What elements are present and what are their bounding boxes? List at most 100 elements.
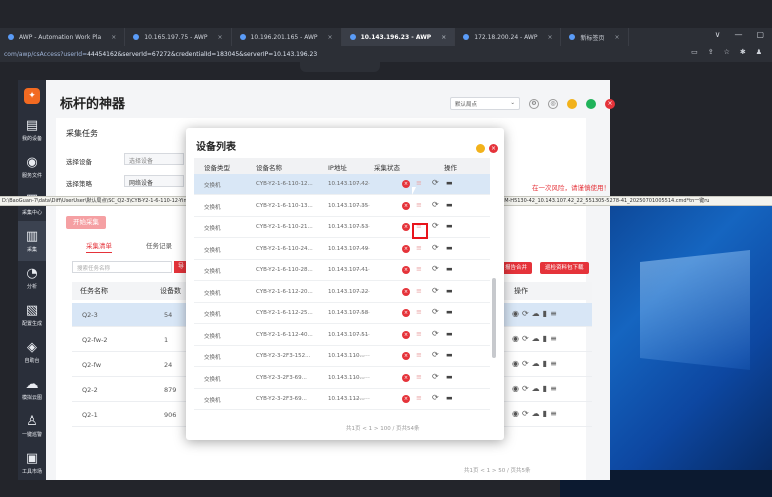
refresh-icon[interactable]: ⟳ <box>432 286 439 295</box>
row-actions-icon[interactable]: ◉⟳☁▮≡ <box>512 409 560 418</box>
task-search-input[interactable]: 搜索任务名称 <box>72 261 172 273</box>
browser-tab[interactable]: 10.143.196.23 - AWP × <box>341 28 456 46</box>
tab-close-icon[interactable]: × <box>217 34 222 41</box>
minimize-icon[interactable]: — <box>734 30 742 39</box>
log-list-icon[interactable]: ≡ <box>416 265 422 273</box>
error-icon[interactable]: × <box>402 244 410 253</box>
error-icon[interactable]: × <box>402 309 410 317</box>
tab-close-icon[interactable]: × <box>328 34 333 41</box>
log-list-icon[interactable]: ≡ <box>416 179 422 187</box>
refresh-icon[interactable]: ⟳ <box>432 178 439 187</box>
fullscreen-notch[interactable] <box>300 62 380 72</box>
error-icon[interactable]: × <box>402 373 410 382</box>
refresh-icon[interactable]: ⟳ <box>432 393 439 402</box>
log-list-icon[interactable]: ≡ <box>416 394 422 402</box>
folder-icon[interactable]: ▬ <box>446 179 453 187</box>
tab-close-icon[interactable]: × <box>615 34 620 41</box>
nav-icon: ▧ <box>25 302 39 318</box>
folder-icon[interactable]: ▬ <box>446 351 453 359</box>
screen-icon[interactable]: ▭ <box>691 48 698 56</box>
folder-icon[interactable]: ▬ <box>446 222 453 230</box>
log-list-icon[interactable]: ≡ <box>416 373 422 381</box>
modal-scrollbar[interactable] <box>492 278 496 358</box>
extension-icon[interactable]: ✱ <box>740 48 746 56</box>
nav-item[interactable]: ◉ 服务文件 <box>18 147 46 187</box>
error-icon[interactable]: × <box>402 287 410 296</box>
nav-item[interactable]: ◈ 自助台 <box>18 332 46 372</box>
folder-icon[interactable]: ▬ <box>446 244 453 252</box>
error-icon[interactable]: × <box>402 395 410 403</box>
star-icon[interactable]: ☆ <box>724 48 730 56</box>
log-list-icon[interactable]: ≡ <box>416 351 422 359</box>
node-select[interactable]: 默认局点 ⌄ <box>450 97 520 110</box>
nav-item[interactable]: ▣ 工具市场 <box>18 443 46 483</box>
maximize-dot-icon[interactable] <box>586 98 596 109</box>
log-list-icon[interactable]: ≡ <box>416 201 422 209</box>
refresh-icon[interactable]: ⟳ <box>432 264 439 273</box>
nav-item[interactable]: ▥ 采集 <box>18 221 46 261</box>
browser-tab[interactable]: 172.18.200.24 - AWP × <box>455 28 562 46</box>
error-icon[interactable]: × <box>402 352 410 360</box>
browser-tab[interactable]: 新标签页 × <box>561 28 629 46</box>
start-collect-button[interactable]: 开始采集 <box>66 216 106 229</box>
address-bar[interactable]: com/awp/csAccess?userId=44454162&serverI… <box>0 46 772 62</box>
tab-task-records[interactable]: 任务记录 <box>146 240 172 250</box>
log-list-icon[interactable]: ≡ <box>416 308 422 316</box>
log-list-icon[interactable]: ≡ <box>416 330 422 338</box>
tab-close-icon[interactable]: × <box>441 34 446 41</box>
refresh-icon[interactable]: ⟳ <box>432 372 439 381</box>
url-text[interactable]: com/awp/csAccess?userId=44454162&serverI… <box>4 51 317 58</box>
settings-icon[interactable]: ⚙ <box>529 98 539 109</box>
refresh-icon[interactable]: ⟳ <box>432 243 439 252</box>
tab-list-icon[interactable]: ∨ <box>715 30 721 39</box>
log-list-icon[interactable]: ≡ <box>416 244 422 252</box>
profile-icon[interactable]: ♟ <box>756 48 762 56</box>
select-strategy-field[interactable]: 网络设备 <box>124 175 184 187</box>
help-icon[interactable]: ◎ <box>548 98 558 109</box>
error-icon[interactable]: × <box>402 330 410 339</box>
nav-item[interactable]: ☁ 模拟云图 <box>18 369 46 409</box>
row-actions-icon[interactable]: ◉⟳☁▮≡ <box>512 309 560 318</box>
refresh-icon[interactable]: ⟳ <box>432 200 439 209</box>
share-icon[interactable]: ⇪ <box>708 48 714 56</box>
browser-tab[interactable]: 10.165.197.75 - AWP × <box>125 28 232 46</box>
refresh-icon[interactable]: ⟳ <box>432 307 439 316</box>
modal-close-icon[interactable]: × <box>489 144 498 153</box>
folder-icon[interactable]: ▬ <box>446 394 453 402</box>
folder-icon[interactable]: ▬ <box>446 373 453 381</box>
row-actions-icon[interactable]: ◉⟳☁▮≡ <box>512 384 560 393</box>
nav-item[interactable]: ▧ 配置生成 <box>18 295 46 335</box>
refresh-icon[interactable]: ⟳ <box>432 350 439 359</box>
error-icon[interactable]: × <box>402 180 410 188</box>
close-dot-icon[interactable]: × <box>605 98 615 109</box>
folder-icon[interactable]: ▬ <box>446 287 453 295</box>
error-icon[interactable]: × <box>402 266 410 274</box>
tab-close-icon[interactable]: × <box>547 34 552 41</box>
folder-icon[interactable]: ▬ <box>446 330 453 338</box>
maximize-icon[interactable]: ▢ <box>756 30 764 39</box>
select-device-field[interactable]: 选择设备 <box>124 153 184 165</box>
error-icon[interactable]: × <box>402 201 410 210</box>
merge-report-button[interactable]: 报告合并 <box>500 262 533 274</box>
folder-icon[interactable]: ▬ <box>446 201 453 209</box>
tab-collect-list[interactable]: 采集清单 <box>86 240 112 253</box>
tab-close-icon[interactable]: × <box>111 34 116 41</box>
nav-item[interactable]: ▤ 我的设备 <box>18 110 46 150</box>
nav-item[interactable]: ◔ 分析 <box>18 258 46 298</box>
browser-tab[interactable]: AWP - Automation Work Pla × <box>0 28 126 46</box>
refresh-icon[interactable]: ⟳ <box>432 329 439 338</box>
row-actions-icon[interactable]: ◉⟳☁▮≡ <box>512 334 560 343</box>
refresh-icon[interactable]: ⟳ <box>432 221 439 230</box>
log-list-icon[interactable]: ≡ <box>416 287 422 295</box>
error-icon[interactable]: × <box>402 223 410 231</box>
folder-icon[interactable]: ▬ <box>446 265 453 273</box>
modal-minimize-icon[interactable] <box>476 144 485 153</box>
folder-icon[interactable]: ▬ <box>446 308 453 316</box>
nav-item[interactable]: ♙ 一键巡警 <box>18 406 46 446</box>
download-package-button[interactable]: 巡检资料包下载 <box>540 262 589 274</box>
minimize-dot-icon[interactable] <box>567 98 577 109</box>
task-pager[interactable]: 共1页 < 1 > 50 / 页共5条 <box>464 466 531 474</box>
browser-tab[interactable]: 10.196.201.165 - AWP × <box>232 28 342 46</box>
modal-pager[interactable]: 共1页 < 1 > 100 / 页共54条 <box>346 424 420 432</box>
row-actions-icon[interactable]: ◉⟳☁▮≡ <box>512 359 560 368</box>
